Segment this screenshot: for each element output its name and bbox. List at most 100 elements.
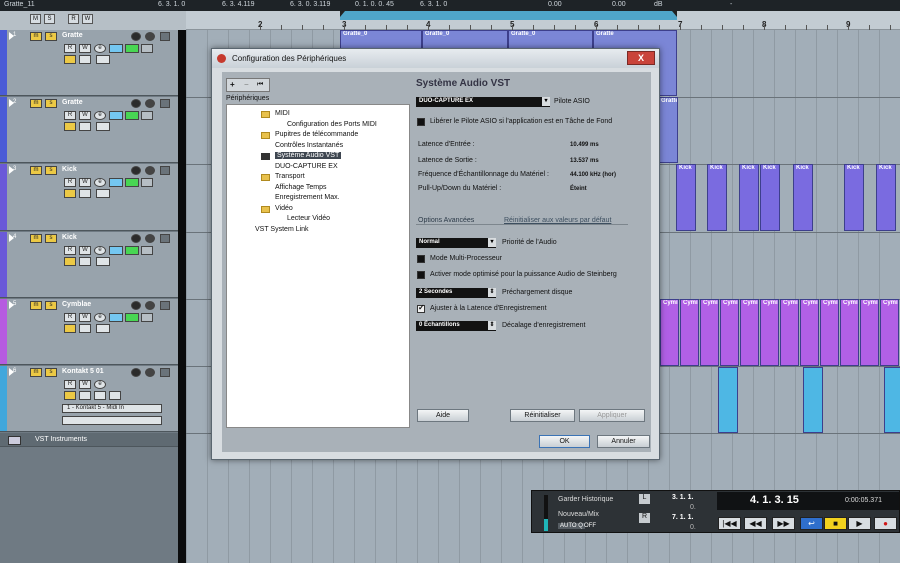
sends-icon[interactable] — [125, 313, 139, 322]
channel-icon[interactable] — [141, 178, 153, 187]
secondary-time[interactable]: 0:00:05.371 — [845, 497, 882, 504]
disk-preload-stepper[interactable]: 2 Secondes ⇕ — [416, 288, 496, 298]
sends-icon[interactable] — [125, 246, 139, 255]
transport-button[interactable]: ● — [874, 517, 897, 530]
audio-event[interactable]: Cymi — [740, 299, 759, 366]
edit-icon[interactable] — [160, 234, 170, 243]
audio-event[interactable]: Kick — [739, 164, 759, 231]
edit-channel-button[interactable]: e — [94, 246, 106, 255]
audio-event[interactable]: Cymi — [760, 299, 779, 366]
lane-icon[interactable] — [94, 391, 106, 400]
stepper-arrows-icon[interactable]: ⇕ — [488, 321, 496, 330]
transport-button[interactable]: |◀◀ — [718, 517, 741, 530]
device-tree[interactable]: MIDI Configuration des Ports MIDI Pupitres… — [226, 104, 410, 428]
track-header[interactable]: 1 m s Gratte R We — [0, 30, 178, 96]
lane-icon[interactable] — [79, 189, 91, 198]
mute-button[interactable]: m — [30, 234, 42, 243]
panel-splitter[interactable] — [178, 30, 186, 563]
audio-event[interactable]: Cymi — [820, 299, 839, 366]
solo-all-button[interactable]: S — [44, 14, 55, 24]
read-automation-button[interactable]: R — [64, 246, 76, 255]
edit-channel-button[interactable]: e — [94, 380, 106, 389]
track-header[interactable]: 2 m s Gratte R We — [0, 97, 178, 163]
record-offset-stepper[interactable]: 0 Échantillons ⇕ — [416, 321, 496, 331]
reset-defaults-link[interactable]: Réinitialiser aux valeurs par défaut — [504, 217, 611, 224]
auto-quantize-button[interactable]: AUTO Q — [558, 523, 585, 529]
tree-item[interactable]: Pupitres de télécommande — [275, 131, 358, 138]
read-automation-button[interactable]: R — [64, 380, 76, 389]
record-enable-icon[interactable] — [131, 99, 141, 108]
tree-item[interactable]: DUO-CAPTURE EX — [275, 163, 338, 170]
left-locator-icon[interactable] — [340, 11, 345, 17]
ok-button[interactable]: OK — [539, 435, 590, 448]
sends-icon[interactable] — [125, 111, 139, 120]
read-all-button[interactable]: R — [68, 14, 79, 24]
vst-instruments-track[interactable]: VST Instruments — [0, 433, 178, 447]
track-header[interactable]: 5 m s Cymblae R We — [0, 299, 178, 365]
lane-icon[interactable] — [79, 257, 91, 266]
record-enable-icon[interactable] — [131, 166, 141, 175]
inserts-icon[interactable] — [109, 44, 123, 53]
audio-event[interactable]: Kick — [844, 164, 864, 231]
tree-item[interactable]: VST System Link — [255, 226, 309, 233]
edit-channel-button[interactable]: e — [94, 178, 106, 187]
edit-icon[interactable] — [160, 99, 170, 108]
sends-icon[interactable] — [125, 44, 139, 53]
adjust-latency-checkbox[interactable]: ✓ — [417, 303, 425, 313]
mute-all-button[interactable]: M — [30, 14, 41, 24]
lane-icon[interactable] — [79, 324, 91, 333]
cancel-button[interactable]: Annuler — [597, 435, 650, 448]
timebase-icon[interactable] — [96, 55, 110, 64]
steinberg-mode-checkbox[interactable] — [417, 271, 425, 279]
mute-button[interactable]: m — [30, 99, 42, 108]
lock-icon[interactable] — [64, 189, 76, 198]
tree-item[interactable]: Contrôles Instantanés — [275, 142, 343, 149]
expand-arrow-icon[interactable] — [9, 166, 14, 174]
lock-icon[interactable] — [64, 257, 76, 266]
lane-icon[interactable] — [79, 122, 91, 131]
write-all-button[interactable]: W — [82, 14, 93, 24]
audio-event[interactable]: Cymi — [840, 299, 859, 366]
mute-button[interactable]: m — [30, 166, 42, 175]
lock-icon[interactable] — [64, 324, 76, 333]
audio-event[interactable]: Cymi — [700, 299, 719, 366]
apply-button[interactable]: Appliquer — [579, 409, 645, 422]
write-automation-button[interactable]: W — [79, 313, 91, 322]
tree-item[interactable]: Affichage Temps — [275, 184, 327, 191]
read-automation-button[interactable]: R — [64, 44, 76, 53]
mute-button[interactable]: m — [30, 301, 42, 310]
close-button[interactable]: X — [627, 51, 655, 65]
read-automation-button[interactable]: R — [64, 313, 76, 322]
expand-arrow-icon[interactable] — [9, 301, 14, 309]
write-automation-button[interactable]: W — [79, 111, 91, 120]
tree-item[interactable]: Transport — [275, 173, 305, 180]
edit-channel-button[interactable]: e — [94, 44, 106, 53]
pencil-icon[interactable] — [79, 391, 91, 400]
edit-icon[interactable] — [160, 166, 170, 175]
lock-icon[interactable] — [64, 122, 76, 131]
channel-icon[interactable] — [141, 313, 153, 322]
timebase-icon[interactable] — [96, 324, 110, 333]
tree-item[interactable]: Enregistrement Max. — [275, 194, 340, 201]
monitor-icon[interactable] — [145, 301, 155, 310]
inserts-icon[interactable] — [109, 313, 123, 322]
edit-channel-button[interactable]: e — [94, 111, 106, 120]
release-driver-checkbox[interactable] — [417, 118, 425, 126]
timebase-icon[interactable] — [96, 257, 110, 266]
edit-icon[interactable] — [160, 32, 170, 41]
multiprocessor-checkbox[interactable] — [417, 255, 425, 263]
tree-item[interactable]: Configuration des Ports MIDI — [287, 121, 377, 128]
tree-item[interactable]: MIDI — [275, 110, 290, 117]
channel-icon[interactable] — [141, 44, 153, 53]
audio-event[interactable]: Cymi — [880, 299, 899, 366]
reset-device-button[interactable]: ⏮ — [257, 81, 263, 89]
expand-arrow-icon[interactable] — [9, 32, 14, 40]
timebase-icon[interactable] — [96, 189, 110, 198]
edit-icon[interactable] — [160, 301, 170, 310]
record-enable-icon[interactable] — [131, 301, 141, 310]
tree-item[interactable]: Vidéo — [275, 205, 293, 212]
audio-event[interactable]: Kick — [793, 164, 813, 231]
timebase-icon[interactable] — [96, 122, 110, 131]
right-locator-button[interactable]: R — [639, 513, 650, 523]
edit-icon[interactable] — [160, 368, 170, 377]
